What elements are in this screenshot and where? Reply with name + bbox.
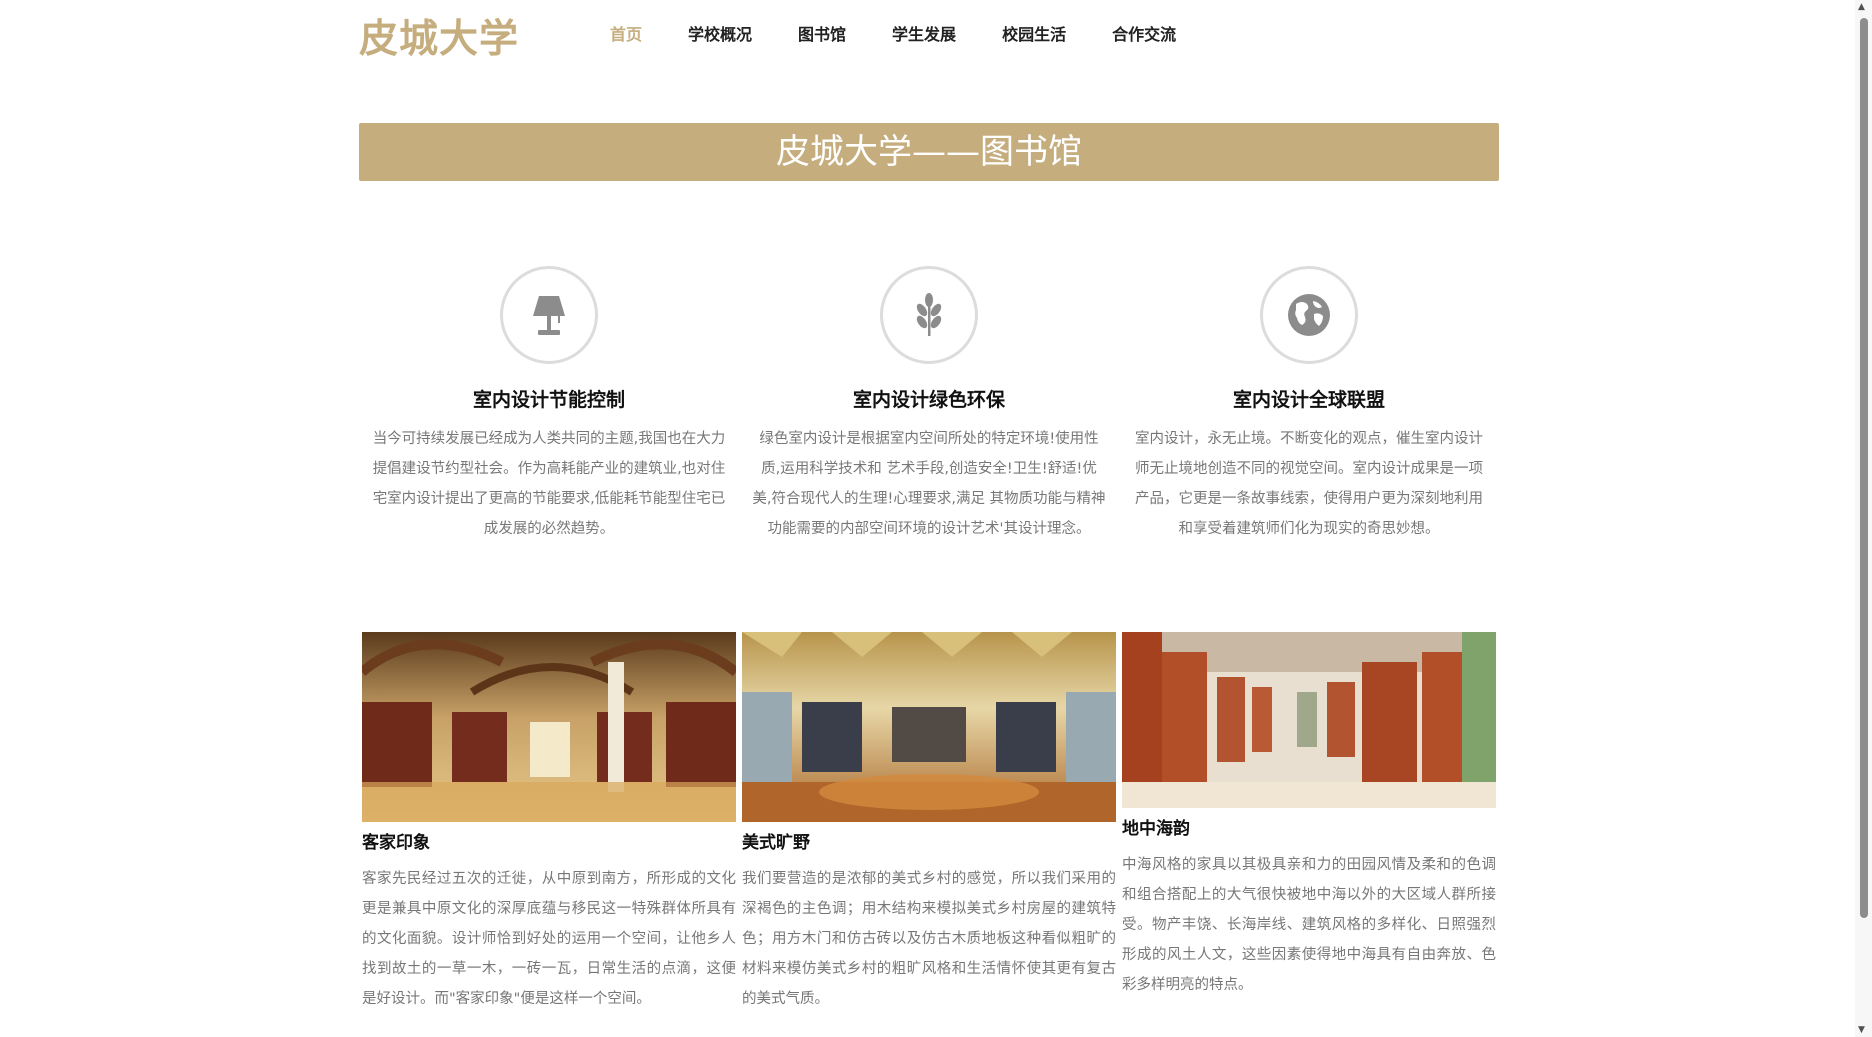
card-title: 地中海韵 bbox=[1122, 819, 1190, 839]
page-banner: 皮城大学——图书馆 bbox=[359, 123, 1499, 181]
nav-item-student-development[interactable]: 学生发展 bbox=[892, 21, 956, 45]
vertical-scrollbar[interactable]: ▲ ▼ bbox=[1855, 0, 1872, 1037]
library-panorama-image[interactable] bbox=[362, 632, 736, 822]
feature-title: 室内设计全球联盟 bbox=[1232, 389, 1385, 411]
main-nav: 首页 学校概况 图书馆 学生发展 校园生活 合作交流 bbox=[610, 21, 1222, 45]
card-title: 客家印象 bbox=[362, 833, 430, 853]
wheat-icon bbox=[916, 293, 942, 336]
scroll-down-icon[interactable]: ▼ bbox=[1858, 1025, 1865, 1035]
nav-item-campus-life[interactable]: 校园生活 bbox=[1002, 21, 1066, 45]
site-logo[interactable]: 皮城大学 bbox=[359, 8, 519, 64]
feature-green: 室内设计绿色环保 绿色室内设计是根据室内空间所处的特定环境!使用性质,运用科学技… bbox=[739, 266, 1119, 544]
library-stacks-image[interactable] bbox=[1122, 632, 1496, 808]
feature-title: 室内设计绿色环保 bbox=[852, 389, 1005, 411]
nav-item-about[interactable]: 学校概况 bbox=[688, 21, 752, 45]
nav-item-cooperation[interactable]: 合作交流 bbox=[1112, 21, 1176, 45]
globe-icon bbox=[1288, 294, 1330, 336]
feature-text: 室内设计，永无止境。不断变化的观点，催生室内设计师无止境地创造不同的视觉空间。室… bbox=[1135, 431, 1483, 537]
feature-title: 室内设计节能控制 bbox=[472, 389, 625, 411]
scrollbar-thumb[interactable] bbox=[1860, 18, 1868, 918]
card-hakka: 客家印象 客家先民经过五次的迁徙，从中原到南方，所形成的文化更是兼具中原文化的深… bbox=[362, 632, 736, 1014]
nav-item-home[interactable]: 首页 bbox=[610, 21, 642, 45]
scroll-up-icon[interactable]: ▲ bbox=[1858, 2, 1865, 12]
card-american: 美式旷野 我们要营造的是浓郁的美式乡村的感觉，所以我们采用的深褐色的主色调；用木… bbox=[742, 632, 1116, 1014]
feature-icon-circle bbox=[1260, 266, 1358, 364]
lamp-icon bbox=[533, 296, 565, 335]
feature-icon-circle bbox=[880, 266, 978, 364]
feature-text: 当今可持续发展已经成为人类共同的主题,我国也在大力提倡建设节约型社会。作为高耗能… bbox=[372, 431, 726, 537]
card-mediterranean: 地中海韵 中海风格的家具以其极具亲和力的田园风情及柔和的色调和组合搭配上的大气很… bbox=[1122, 632, 1496, 1000]
feature-energy: 室内设计节能控制 当今可持续发展已经成为人类共同的主题,我国也在大力提倡建设节约… bbox=[359, 266, 739, 544]
library-hall-image[interactable] bbox=[742, 632, 1116, 822]
feature-text: 绿色室内设计是根据室内空间所处的特定环境!使用性质,运用科学技术和 艺术手段,创… bbox=[752, 431, 1106, 537]
card-text: 我们要营造的是浓郁的美式乡村的感觉，所以我们采用的深褐色的主色调；用木结构来模拟… bbox=[742, 871, 1116, 1007]
nav-item-library[interactable]: 图书馆 bbox=[798, 21, 846, 45]
card-text: 中海风格的家具以其极具亲和力的田园风情及柔和的色调和组合搭配上的大气很快被地中海… bbox=[1122, 857, 1496, 993]
feature-icon-circle bbox=[500, 266, 598, 364]
card-title: 美式旷野 bbox=[742, 833, 810, 853]
feature-global: 室内设计全球联盟 室内设计，永无止境。不断变化的观点，催生室内设计师无止境地创造… bbox=[1119, 266, 1499, 544]
card-text: 客家先民经过五次的迁徙，从中原到南方，所形成的文化更是兼具中原文化的深厚底蕴与移… bbox=[362, 871, 736, 1007]
